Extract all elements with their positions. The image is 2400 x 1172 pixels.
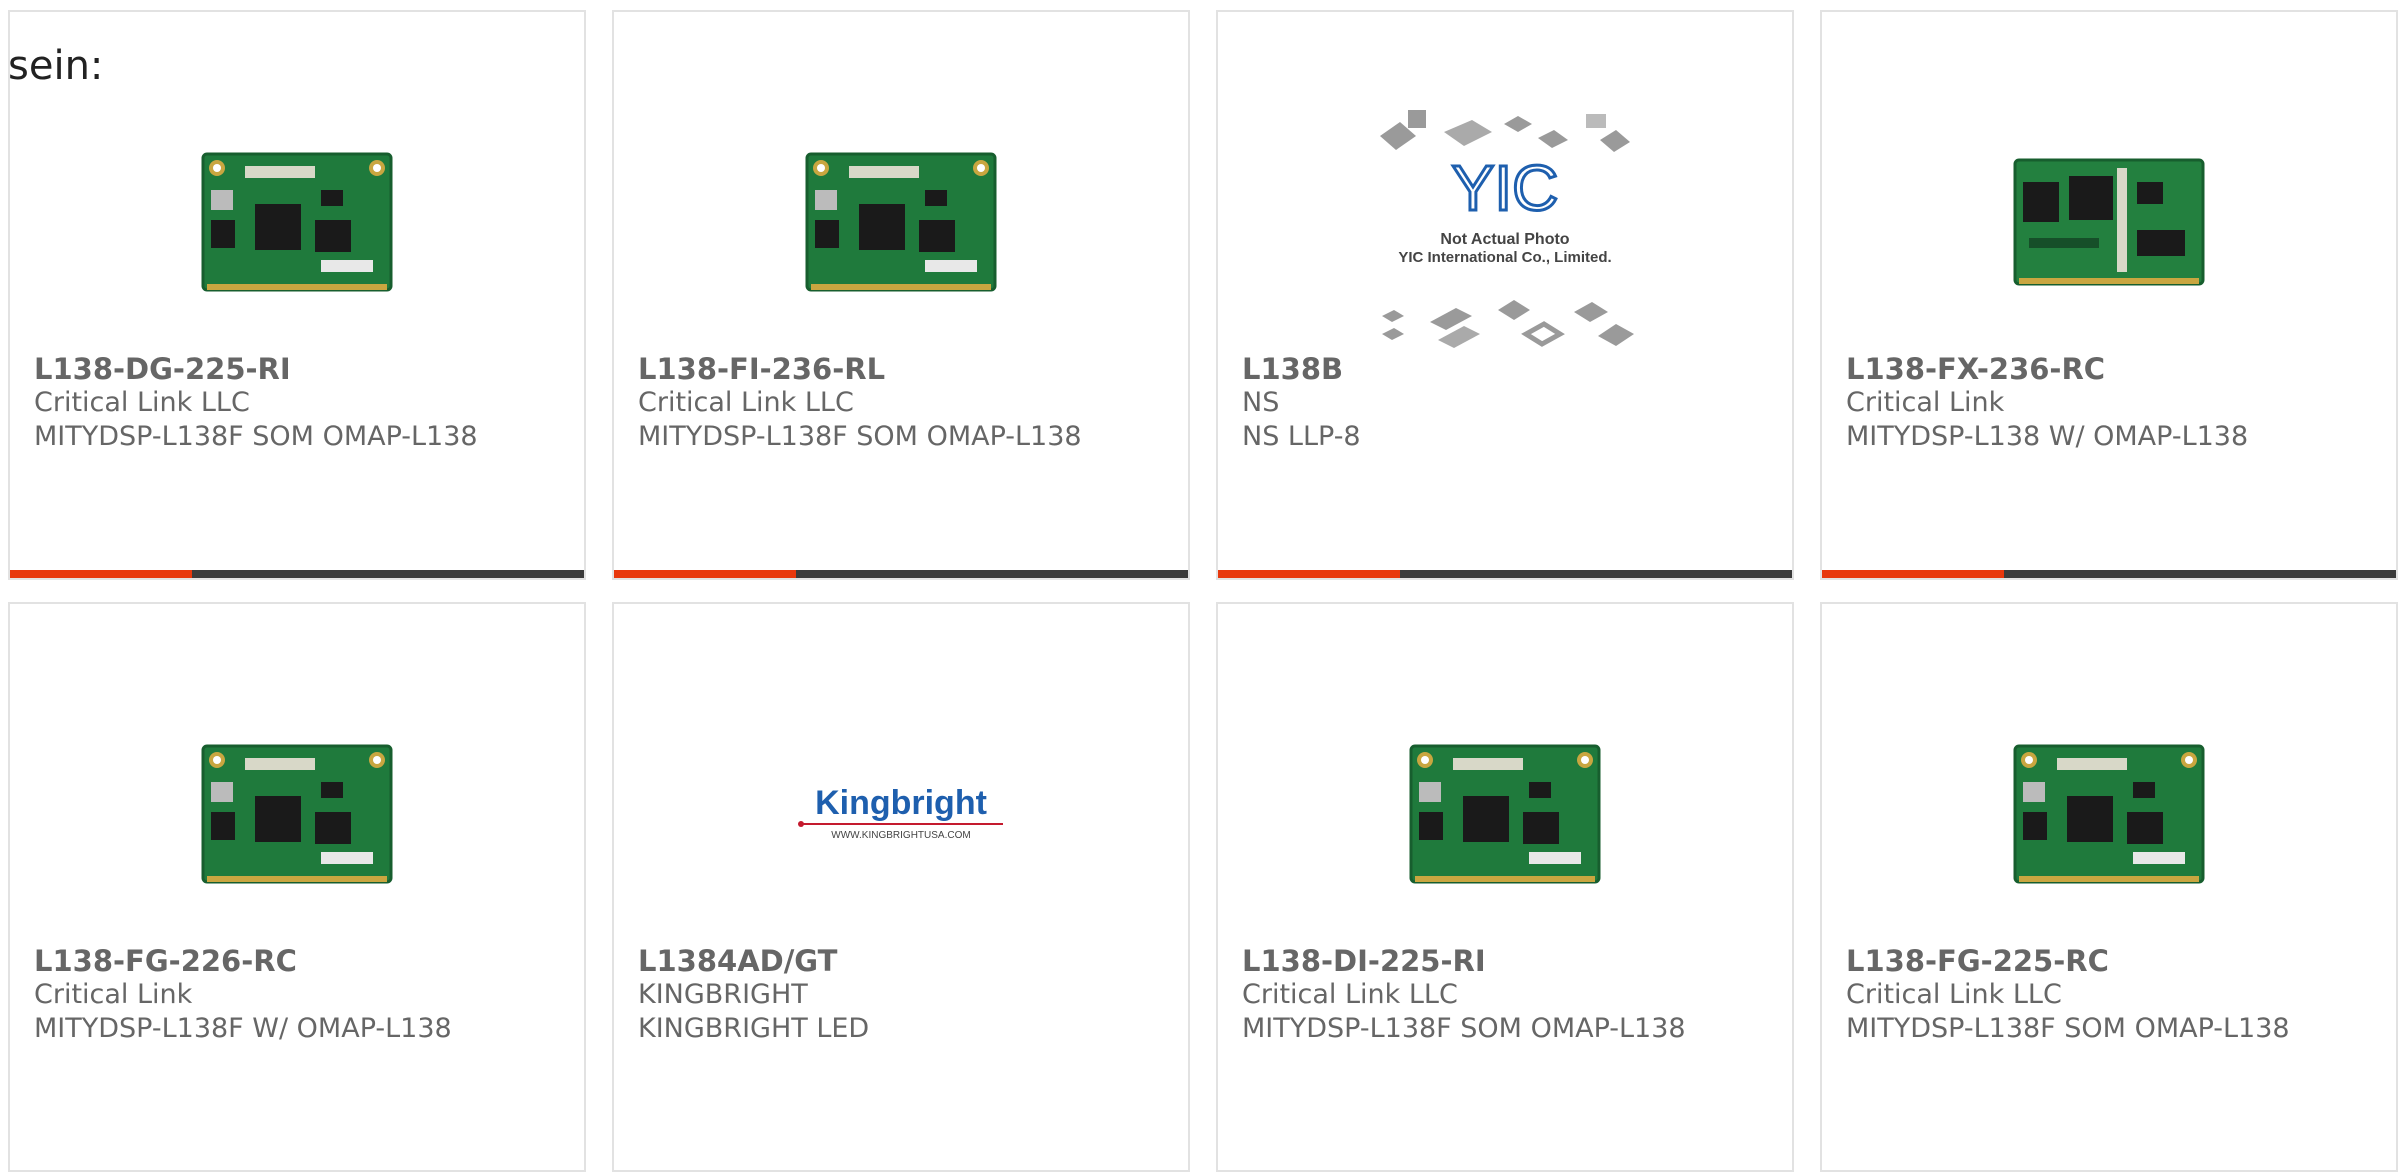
manufacturer: Critical Link xyxy=(34,979,193,1010)
part-number: L138-DG-225-RI xyxy=(34,352,291,386)
description: NS LLP-8 xyxy=(1242,421,1361,452)
part-number: L1384AD/GT xyxy=(638,944,838,978)
yic-logo: YIC xyxy=(1452,152,1559,224)
pcb-module-image xyxy=(2013,158,2205,286)
svg-text:Kingbright: Kingbright xyxy=(815,784,987,822)
card-accent-bar xyxy=(1218,570,1792,578)
pcb-module-image xyxy=(201,744,393,884)
product-card[interactable]: L138-FG-225-RC Critical Link LLC MITYDSP… xyxy=(1820,602,2398,1172)
part-number: L138-FG-226-RC xyxy=(34,944,297,978)
product-card[interactable]: YIC Not Actual Photo YIC International C… xyxy=(1216,10,1794,580)
product-image xyxy=(10,92,584,352)
product-grid: L138-DG-225-RI Critical Link LLC MITYDSP… xyxy=(8,10,2398,1172)
pcb-module-image xyxy=(1409,744,1601,884)
part-number: L138B xyxy=(1242,352,1344,386)
card-accent-bar xyxy=(614,570,1188,578)
manufacturer: Critical Link xyxy=(1846,387,2005,418)
kingbright-logo: Kingbright WWW.KINGBRIGHTUSA.COM xyxy=(798,784,1003,841)
description: MITYDSP-L138 W/ OMAP-L138 xyxy=(1846,421,2249,452)
product-card[interactable]: L138-FG-226-RC Critical Link MITYDSP-L13… xyxy=(8,602,586,1172)
manufacturer: NS xyxy=(1242,387,1280,418)
product-image xyxy=(1218,684,1792,944)
description: MITYDSP-L138F SOM OMAP-L138 xyxy=(1846,1013,2290,1044)
intro-text: sein: xyxy=(8,43,104,89)
part-number: L138-FX-236-RC xyxy=(1846,352,2106,386)
part-number: L138-FI-236-RL xyxy=(638,352,886,386)
pcb-module-image xyxy=(805,152,997,292)
product-card[interactable]: L138-FI-236-RL Critical Link LLC MITYDSP… xyxy=(612,10,1190,580)
manufacturer: Critical Link LLC xyxy=(1242,979,1458,1010)
description: KINGBRIGHT LED xyxy=(638,1013,870,1044)
pcb-module-image xyxy=(2013,744,2205,884)
placeholder-line1: Not Actual Photo xyxy=(1440,231,1569,248)
svg-text:WWW.KINGBRIGHTUSA.COM: WWW.KINGBRIGHTUSA.COM xyxy=(831,830,970,841)
description: MITYDSP-L138F SOM OMAP-L138 xyxy=(638,421,1082,452)
product-card[interactable]: L138-FX-236-RC Critical Link MITYDSP-L13… xyxy=(1820,10,2398,580)
part-number: L138-DI-225-RI xyxy=(1242,944,1486,978)
manufacturer: KINGBRIGHT xyxy=(638,979,808,1010)
product-card[interactable]: L138-DI-225-RI Critical Link LLC MITYDSP… xyxy=(1216,602,1794,1172)
description: MITYDSP-L138F W/ OMAP-L138 xyxy=(34,1013,452,1044)
card-accent-bar xyxy=(1822,570,2396,578)
part-number: L138-FG-225-RC xyxy=(1846,944,2109,978)
manufacturer: Critical Link LLC xyxy=(638,387,854,418)
placeholder-line2: YIC International Co., Limited. xyxy=(1398,249,1611,266)
product-image: YIC Not Actual Photo YIC International C… xyxy=(1218,102,1792,352)
product-image xyxy=(10,684,584,944)
product-image: Kingbright WWW.KINGBRIGHTUSA.COM xyxy=(614,684,1188,944)
not-actual-photo-image: YIC Not Actual Photo YIC International C… xyxy=(1380,110,1634,348)
manufacturer: Critical Link LLC xyxy=(1846,979,2062,1010)
pcb-module-image xyxy=(201,152,393,292)
card-accent-bar xyxy=(10,570,584,578)
product-card[interactable]: L138-DG-225-RI Critical Link LLC MITYDSP… xyxy=(8,10,586,580)
product-card[interactable]: Kingbright WWW.KINGBRIGHTUSA.COM L1384AD… xyxy=(612,602,1190,1172)
product-image xyxy=(1822,684,2396,944)
manufacturer: Critical Link LLC xyxy=(34,387,250,418)
product-image xyxy=(614,92,1188,352)
description: MITYDSP-L138F SOM OMAP-L138 xyxy=(34,421,478,452)
description: MITYDSP-L138F SOM OMAP-L138 xyxy=(1242,1013,1686,1044)
product-image xyxy=(1822,92,2396,352)
